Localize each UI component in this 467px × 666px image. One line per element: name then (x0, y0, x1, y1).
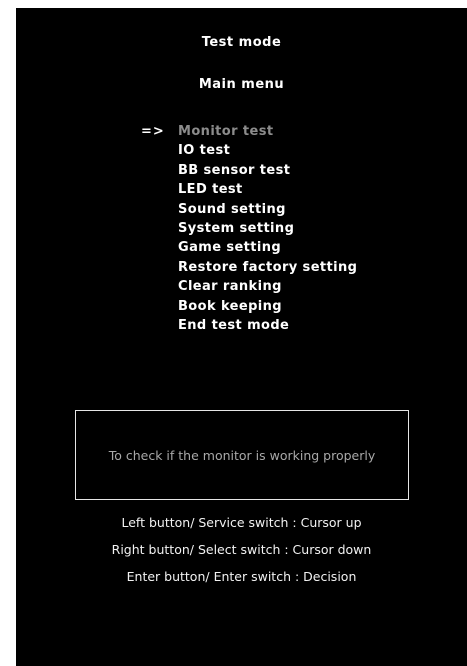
description-box: To check if the monitor is working prope… (75, 410, 409, 500)
description-text: To check if the monitor is working prope… (108, 447, 376, 463)
menu-item-sound-setting[interactable]: Sound setting (178, 202, 357, 221)
help-decision: Enter button/ Enter switch : Decision (126, 569, 357, 584)
page-title: Test mode (201, 35, 282, 50)
menu-item-clear-ranking[interactable]: Clear ranking (178, 279, 357, 298)
menu-item-book-keeping[interactable]: Book keeping (178, 299, 357, 318)
main-menu: Monitor test IO test BB sensor test LED … (178, 124, 357, 337)
help-cursor-up: Left button/ Service switch : Cursor up (121, 515, 362, 530)
menu-item-system-setting[interactable]: System setting (178, 221, 357, 240)
menu-item-bb-sensor-test[interactable]: BB sensor test (178, 163, 357, 182)
menu-title: Main menu (198, 77, 285, 92)
menu-item-restore-factory-setting[interactable]: Restore factory setting (178, 260, 357, 279)
menu-item-game-setting[interactable]: Game setting (178, 240, 357, 259)
help-cursor-down: Right button/ Select switch : Cursor dow… (111, 542, 372, 557)
menu-cursor: => (141, 124, 165, 139)
menu-item-monitor-test[interactable]: Monitor test (178, 124, 357, 143)
test-mode-screen: Test mode Main menu => Monitor test IO t… (16, 8, 467, 666)
menu-item-led-test[interactable]: LED test (178, 182, 357, 201)
menu-item-end-test-mode[interactable]: End test mode (178, 318, 357, 337)
menu-item-io-test[interactable]: IO test (178, 143, 357, 162)
